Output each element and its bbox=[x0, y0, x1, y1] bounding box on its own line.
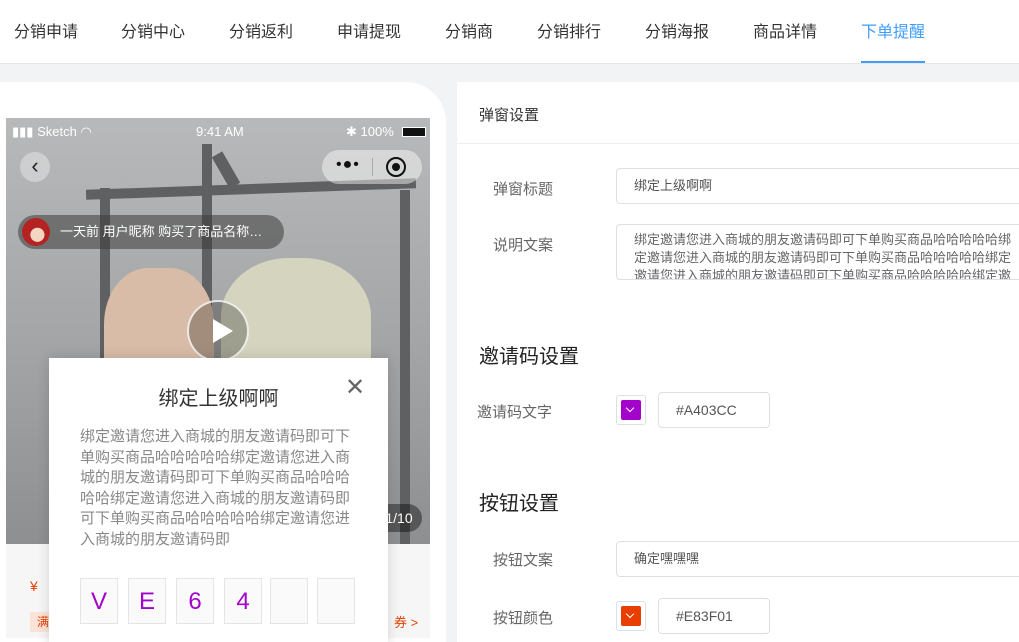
invite-color-input[interactable]: #A403CC bbox=[658, 392, 770, 428]
status-battery-text: ✱ 100% bbox=[346, 124, 394, 139]
code-box-4[interactable]: 4 bbox=[224, 578, 262, 624]
popup-title-input[interactable]: 绑定上级啊啊 bbox=[616, 168, 1019, 204]
phone-preview: ▮▮▮ Sketch ◠ 9:41 AM ✱ 100% ‹ •●• 一天前 用户… bbox=[0, 82, 446, 642]
tab-distribution-center[interactable]: 分销中心 bbox=[121, 0, 185, 64]
close-icon[interactable]: ✕ bbox=[345, 376, 365, 400]
button-text-input[interactable]: 确定嘿嘿嘿 bbox=[616, 541, 1019, 577]
code-box-5[interactable] bbox=[270, 578, 308, 624]
button-text-label: 按钮文案 bbox=[493, 552, 554, 569]
popup-title-label: 弹窗标题 bbox=[493, 181, 554, 198]
description-label: 说明文案 bbox=[493, 237, 554, 254]
chevron-left-icon[interactable]: ‹ bbox=[20, 152, 50, 182]
tab-bar: 分销申请 分销中心 分销返利 申请提现 分销商 分销排行 分销海报 商品详情 下… bbox=[0, 0, 1019, 64]
invite-section-title: 邀请码设置 bbox=[479, 346, 579, 368]
tab-order-reminder[interactable]: 下单提醒 bbox=[861, 0, 925, 64]
code-box-6[interactable] bbox=[317, 578, 355, 624]
tab-distributors[interactable]: 分销商 bbox=[445, 0, 493, 64]
chevron-down-icon bbox=[621, 606, 641, 626]
coupon-link[interactable]: 券 > bbox=[394, 612, 418, 631]
bind-modal: 绑定上级啊啊 ✕ 绑定邀请您进入商城的朋友邀请码即可下单购买商品哈哈哈哈哈绑定邀… bbox=[49, 358, 388, 642]
price-symbol: ¥ bbox=[30, 578, 38, 594]
invite-text-color-label: 邀请码文字 bbox=[477, 404, 553, 421]
button-color-picker[interactable] bbox=[616, 601, 646, 631]
settings-panel: 弹窗设置 弹窗标题 绑定上级啊啊 说明文案 绑定邀请您进入商城的朋友邀请码即可下… bbox=[457, 82, 1019, 642]
mini-program-capsule[interactable]: •●• bbox=[322, 150, 422, 184]
order-notice-text: 一天前 用户昵称 购买了商品名称… bbox=[60, 224, 263, 239]
code-box-3[interactable]: 6 bbox=[176, 578, 214, 624]
tab-distribution-apply[interactable]: 分销申请 bbox=[14, 0, 78, 64]
panel-header: 弹窗设置 bbox=[457, 82, 1019, 144]
invite-color-picker[interactable] bbox=[616, 395, 646, 425]
active-tab-indicator bbox=[861, 61, 925, 63]
battery-icon bbox=[402, 127, 426, 137]
panel-title: 弹窗设置 bbox=[479, 107, 540, 124]
status-time: 9:41 AM bbox=[196, 124, 244, 139]
tab-ranking[interactable]: 分销排行 bbox=[537, 0, 601, 64]
modal-title: 绑定上级啊啊 bbox=[158, 388, 279, 410]
modal-description: 绑定邀请您进入商城的朋友邀请码即可下单购买商品哈哈哈哈哈绑定邀请您进入商城的朋友… bbox=[80, 428, 351, 548]
description-textarea[interactable]: 绑定邀请您进入商城的朋友邀请码即可下单购买商品哈哈哈哈哈绑定邀请您进入商城的朋友… bbox=[616, 224, 1019, 280]
chevron-down-icon bbox=[621, 400, 641, 420]
status-bar: ▮▮▮ Sketch ◠ 9:41 AM ✱ 100% bbox=[6, 118, 430, 144]
target-icon[interactable] bbox=[386, 157, 406, 177]
button-section-title: 按钮设置 bbox=[479, 493, 559, 515]
button-color-input[interactable]: #E83F01 bbox=[658, 598, 770, 634]
code-box-1[interactable]: V bbox=[80, 578, 118, 624]
tab-poster[interactable]: 分销海报 bbox=[645, 0, 709, 64]
play-icon[interactable] bbox=[187, 300, 249, 362]
more-dots-icon[interactable]: •●• bbox=[336, 156, 360, 174]
code-box-2[interactable]: E bbox=[128, 578, 166, 624]
order-notice: 一天前 用户昵称 购买了商品名称… bbox=[18, 215, 284, 249]
tab-product-detail[interactable]: 商品详情 bbox=[753, 0, 817, 64]
status-carrier: ▮▮▮ Sketch ◠ bbox=[12, 124, 92, 139]
avatar bbox=[22, 218, 50, 246]
tab-distribution-rebate[interactable]: 分销返利 bbox=[229, 0, 293, 64]
button-color-label: 按钮颜色 bbox=[493, 610, 554, 627]
tab-withdraw[interactable]: 申请提现 bbox=[337, 0, 401, 64]
